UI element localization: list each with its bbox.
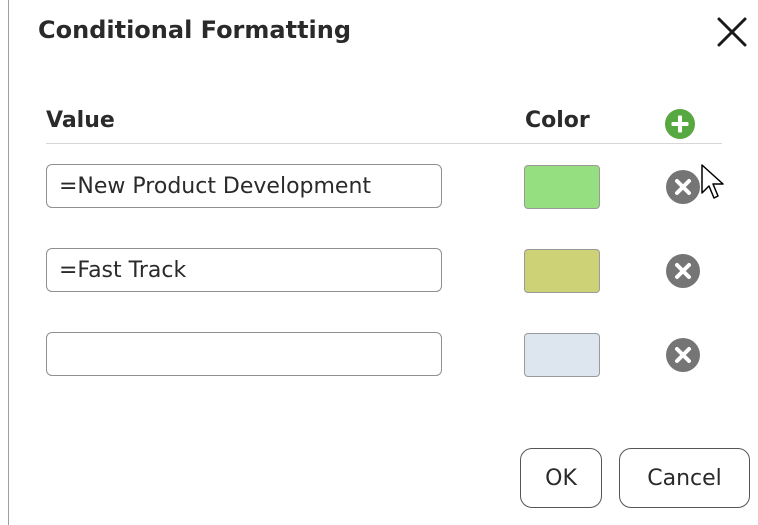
remove-rule-button-2[interactable]: [665, 253, 701, 289]
remove-rule-button-3[interactable]: [665, 337, 701, 373]
color-column-header: Color: [525, 108, 590, 133]
add-rule-button[interactable]: [664, 108, 696, 140]
cancel-button[interactable]: Cancel: [619, 448, 750, 508]
close-icon: [717, 17, 747, 47]
color-swatch-1[interactable]: [524, 165, 600, 209]
plus-circle-icon: [665, 109, 695, 139]
header-divider: [46, 143, 722, 144]
x-circle-icon: [666, 170, 700, 204]
x-circle-icon: [666, 338, 700, 372]
dialog-title: Conditional Formatting: [38, 16, 352, 44]
mouse-pointer-icon: [701, 164, 724, 199]
ok-button[interactable]: OK: [520, 448, 602, 508]
value-input-1[interactable]: [46, 164, 442, 208]
conditional-formatting-dialog: Conditional Formatting Value Color =New …: [10, 0, 758, 525]
value-input-2[interactable]: [46, 248, 442, 292]
value-column-header: Value: [46, 108, 115, 133]
color-swatch-3[interactable]: [524, 333, 600, 377]
value-input-3[interactable]: [46, 332, 442, 376]
x-circle-icon: [666, 254, 700, 288]
close-button[interactable]: [714, 14, 750, 50]
color-swatch-2[interactable]: [524, 249, 600, 293]
remove-rule-button-1[interactable]: [665, 169, 701, 205]
background-window-edge: [0, 0, 9, 525]
